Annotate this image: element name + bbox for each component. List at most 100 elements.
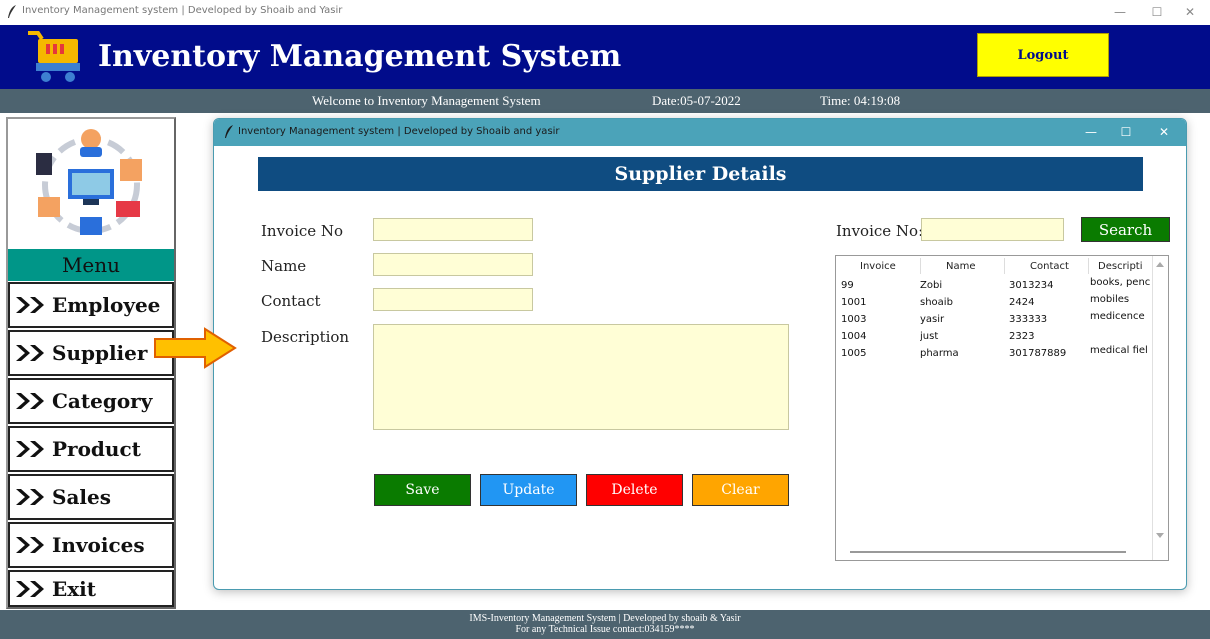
app-title: Inventory Management System <box>98 39 622 74</box>
double-chevron-right-icon <box>16 297 44 313</box>
child-title-bar: Inventory Management system | Developed … <box>214 119 1186 146</box>
table-row[interactable]: 1004 just 2323 <box>836 331 1152 344</box>
table-header: Invoice Name Contact Descripti <box>836 256 1152 276</box>
table-row[interactable]: 1005 pharma 301787889 medical fiel <box>836 345 1152 361</box>
footer-line-2: For any Technical Issue contact:034159**… <box>515 624 695 635</box>
cell-description: mobiles <box>1090 294 1130 305</box>
minimize-button[interactable]: — <box>1105 3 1135 21</box>
close-button[interactable]: ✕ <box>1175 3 1205 21</box>
os-title-bar: Inventory Management system | Developed … <box>0 0 1210 25</box>
cell-name: pharma <box>920 348 959 359</box>
double-chevron-right-icon <box>16 345 44 361</box>
search-invoice-label: Invoice No: <box>836 222 924 240</box>
scroll-down-icon[interactable] <box>1156 533 1164 538</box>
cell-name: just <box>920 331 939 342</box>
menu-item-exit[interactable]: Exit <box>8 570 174 607</box>
menu-item-label: Product <box>52 437 141 461</box>
invoice-label: Invoice No <box>261 222 344 240</box>
table-horizontal-scrollbar[interactable] <box>836 544 1152 560</box>
cell-description: medical fiel <box>1090 345 1148 356</box>
invoice-input[interactable] <box>373 218 533 241</box>
feather-icon <box>8 5 16 18</box>
menu-item-employee[interactable]: Employee <box>8 282 174 328</box>
left-menu: Menu Employee Supplier Category Product … <box>6 117 176 609</box>
column-header-contact[interactable]: Contact <box>1030 261 1069 272</box>
cell-description: books, penc <box>1090 277 1151 288</box>
feather-icon <box>225 125 233 138</box>
child-maximize-button[interactable]: ☐ <box>1111 123 1141 141</box>
cell-invoice: 1001 <box>841 297 867 308</box>
double-chevron-right-icon <box>16 537 44 553</box>
description-input[interactable] <box>373 324 789 430</box>
page-title: Supplier Details <box>258 157 1143 191</box>
cell-invoice: 1003 <box>841 314 867 325</box>
menu-item-label: Supplier <box>52 341 148 365</box>
time-text: Time: 04:19:08 <box>820 93 901 108</box>
shopping-cart-icon <box>28 31 80 82</box>
cell-invoice: 99 <box>841 280 854 291</box>
arrow-right-icon <box>154 327 237 369</box>
app-header: Inventory Management System Logout <box>0 25 1210 89</box>
table-row[interactable]: 1003 yasir 333333 medicence <box>836 311 1152 327</box>
child-close-button[interactable]: ✕ <box>1149 123 1179 141</box>
column-header-description[interactable]: Descripti <box>1098 261 1143 272</box>
menu-item-category[interactable]: Category <box>8 378 174 424</box>
footer-line-1: IMS-Inventory Management System | Develo… <box>469 613 741 624</box>
column-header-invoice[interactable]: Invoice <box>860 261 896 272</box>
contact-label: Contact <box>261 292 321 310</box>
menu-item-label: Category <box>52 389 153 413</box>
double-chevron-right-icon <box>16 489 44 505</box>
cell-name: yasir <box>920 314 945 325</box>
welcome-text: Welcome to Inventory Management System <box>312 93 541 108</box>
cell-name: shoaib <box>920 297 953 308</box>
cell-description: medicence <box>1090 311 1145 322</box>
search-button[interactable]: Search <box>1081 217 1170 242</box>
os-window-title: Inventory Management system | Developed … <box>22 5 343 16</box>
name-label: Name <box>261 257 307 275</box>
logout-button[interactable]: Logout <box>977 33 1109 77</box>
delete-button[interactable]: Delete <box>586 474 683 506</box>
menu-item-label: Invoices <box>52 533 145 557</box>
cell-contact: 301787889 <box>1009 348 1067 359</box>
menu-item-label: Employee <box>52 293 161 317</box>
cell-invoice: 1005 <box>841 348 867 359</box>
child-minimize-button[interactable]: — <box>1076 123 1106 141</box>
double-chevron-right-icon <box>16 441 44 457</box>
menu-item-label: Exit <box>52 576 97 601</box>
menu-item-invoices[interactable]: Invoices <box>8 522 174 568</box>
inventory-logo-icon <box>36 129 142 235</box>
app-footer: IMS-Inventory Management System | Develo… <box>0 610 1210 639</box>
search-input[interactable] <box>921 218 1064 241</box>
cell-name: Zobi <box>920 280 943 291</box>
supplier-window: Inventory Management system | Developed … <box>213 118 1187 590</box>
save-button[interactable]: Save <box>374 474 471 506</box>
scrollbar-thumb[interactable] <box>850 551 1126 553</box>
menu-item-product[interactable]: Product <box>8 426 174 472</box>
table-row[interactable]: 99 Zobi 3013234 books, penc <box>836 277 1152 293</box>
column-separator <box>1088 258 1089 274</box>
description-label: Description <box>261 328 350 346</box>
cell-contact: 2323 <box>1009 331 1035 342</box>
maximize-button[interactable]: ☐ <box>1142 3 1172 21</box>
menu-item-label: Sales <box>52 485 111 509</box>
double-chevron-right-icon <box>16 580 44 597</box>
column-header-name[interactable]: Name <box>946 261 976 272</box>
table-row[interactable]: 1001 shoaib 2424 mobiles <box>836 294 1152 310</box>
update-button[interactable]: Update <box>480 474 577 506</box>
contact-input[interactable] <box>373 288 533 311</box>
cell-contact: 3013234 <box>1009 280 1054 291</box>
child-window-title: Inventory Management system | Developed … <box>238 126 560 137</box>
clear-button[interactable]: Clear <box>692 474 789 506</box>
cell-contact: 2424 <box>1009 297 1035 308</box>
menu-item-supplier[interactable]: Supplier <box>8 330 174 376</box>
supplier-table[interactable]: Invoice Name Contact Descripti 99 Zobi 3… <box>835 255 1169 561</box>
double-chevron-right-icon <box>16 393 44 409</box>
cell-invoice: 1004 <box>841 331 867 342</box>
date-text: Date:05-07-2022 <box>652 93 741 108</box>
menu-item-sales[interactable]: Sales <box>8 474 174 520</box>
name-input[interactable] <box>373 253 533 276</box>
menu-label: Menu <box>8 249 174 281</box>
scroll-up-icon[interactable] <box>1156 262 1164 267</box>
table-vertical-scrollbar[interactable] <box>1152 256 1168 560</box>
welcome-bar: Welcome to Inventory Management System D… <box>0 89 1210 113</box>
